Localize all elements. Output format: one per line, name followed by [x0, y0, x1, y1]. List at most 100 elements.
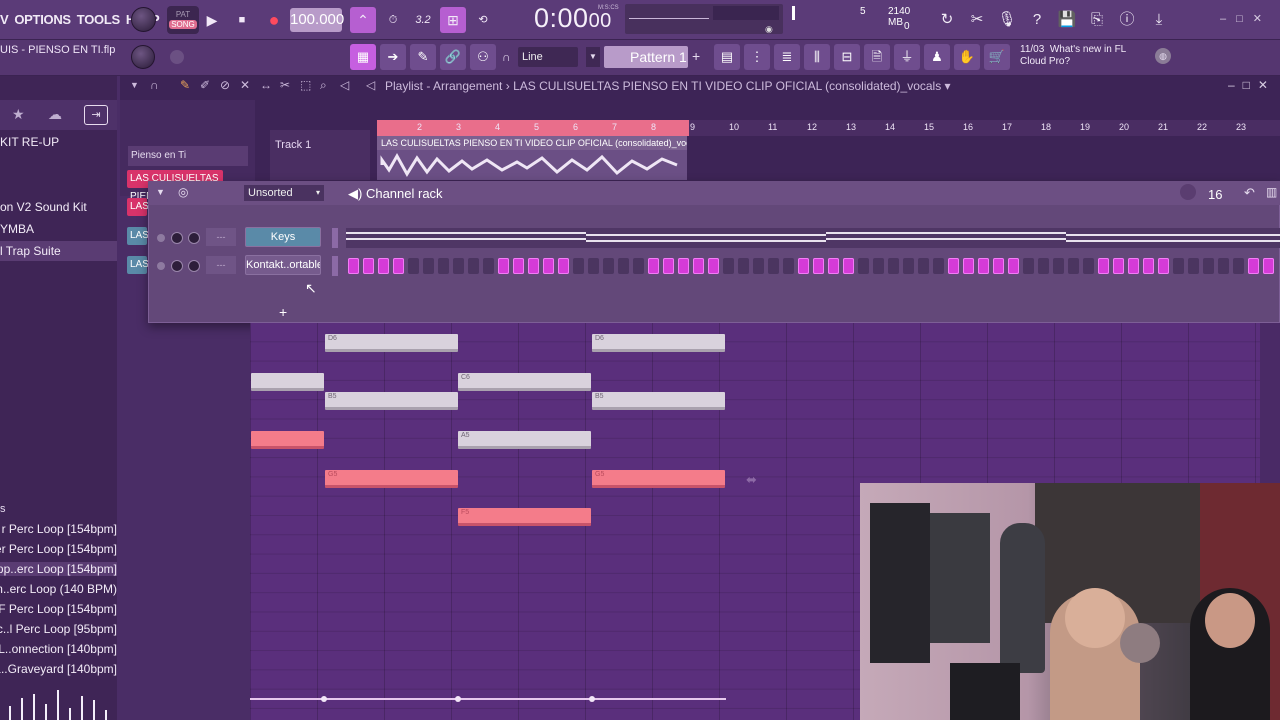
note[interactable] [251, 373, 324, 391]
step-button[interactable] [1203, 258, 1214, 274]
step-count[interactable]: 16 [1208, 187, 1222, 202]
step-button[interactable] [543, 258, 554, 274]
paint-tool-icon[interactable]: ✐ [200, 78, 210, 92]
stop-button[interactable]: ■ [229, 7, 255, 33]
velocity-handle[interactable] [589, 696, 595, 702]
step-button[interactable] [468, 258, 479, 274]
timeline-ruler[interactable]: 2 3 4 5 6 7 8 9 10 11 12 13 14 15 16 17 18 19 20 21 22 23 [377, 120, 1280, 136]
step-button[interactable] [1158, 258, 1169, 274]
step-button[interactable] [918, 258, 929, 274]
channel-mixer-track[interactable]: --- [206, 228, 236, 246]
step-button[interactable] [903, 258, 914, 274]
piano-roll-preview[interactable] [346, 228, 1280, 248]
resize-handle-icon[interactable]: ⬌ [746, 472, 757, 488]
step-button[interactable] [1233, 258, 1244, 274]
channel-name-button[interactable]: Kontakt..ortable [245, 255, 321, 275]
step-button[interactable] [603, 258, 614, 274]
step-button[interactable] [663, 258, 674, 274]
step-button[interactable] [363, 258, 374, 274]
browser-item[interactable]: on V2 Sound Kit [0, 197, 117, 217]
delete-tool-icon[interactable]: ⊘ [220, 78, 230, 92]
step-button[interactable] [408, 258, 419, 274]
step-button[interactable] [348, 258, 359, 274]
download-icon[interactable]: ⤓ [1146, 7, 1172, 33]
step-button[interactable] [1098, 258, 1109, 274]
step-button[interactable] [1143, 258, 1154, 274]
menu-item-tools[interactable]: TOOLS [77, 12, 120, 27]
velocity-handle[interactable] [321, 696, 327, 702]
add-channel-button[interactable]: + [279, 304, 287, 320]
arrow-tool-icon[interactable]: ➔ [380, 44, 406, 70]
step-button[interactable] [948, 258, 959, 274]
tempo-display[interactable]: 100.000 [290, 8, 344, 32]
note[interactable]: B5 [592, 392, 725, 410]
mixer-icon[interactable]: ⫼ [804, 44, 830, 70]
step-button[interactable] [1083, 258, 1094, 274]
zoom-tool-icon[interactable]: ⌕ [320, 78, 327, 93]
menu-arrow-icon[interactable]: ▼ [156, 187, 165, 197]
hand-icon[interactable]: ✋ [954, 44, 980, 70]
channel-filter-select[interactable]: Unsorted ▾ [244, 185, 324, 201]
pencil-tool-icon[interactable]: ✎ [180, 78, 190, 92]
step-button[interactable] [618, 258, 629, 274]
pencil-tool-icon[interactable]: ✎ [410, 44, 436, 70]
plugin-icon[interactable]: ⏚ [894, 44, 920, 70]
render-icon[interactable]: ⎘ [1084, 7, 1110, 33]
channel-pan-knob[interactable] [171, 232, 183, 244]
globe-icon[interactable]: ◍ [1155, 48, 1171, 64]
step-button[interactable] [528, 258, 539, 274]
audio-clip-header[interactable]: LAS CULISUELTAS PIENSO EN TI VIDEO CLIP … [377, 136, 687, 150]
person-icon[interactable]: ♟ [924, 44, 950, 70]
step-button[interactable] [1038, 258, 1049, 274]
step-button[interactable] [783, 258, 794, 274]
step-button[interactable] [438, 258, 449, 274]
swing-knob[interactable] [1180, 184, 1196, 200]
browser-item[interactable]: l Trap Suite [0, 241, 117, 261]
note[interactable] [251, 431, 324, 449]
note[interactable]: A5 [458, 431, 591, 449]
track-button[interactable]: LAS [127, 256, 149, 274]
link-icon[interactable]: 🔗 [440, 44, 466, 70]
loop-item[interactable]: Sc..l Perc Loop [95bpm] [0, 622, 117, 636]
countdown-icon[interactable]: 3.2 [410, 7, 436, 33]
step-button[interactable] [963, 258, 974, 274]
step-button[interactable] [858, 258, 869, 274]
step-button[interactable] [1248, 258, 1259, 274]
wait-for-input-icon[interactable]: ⏱ [380, 7, 406, 33]
undo-history-icon[interactable]: ↻ [934, 7, 960, 33]
track-header[interactable] [270, 130, 370, 180]
step-button[interactable] [678, 258, 689, 274]
step-button[interactable] [453, 258, 464, 274]
step-button[interactable] [513, 258, 524, 274]
menu-item-options[interactable]: OPTIONS [14, 12, 71, 27]
loop-item[interactable]: on..erc Loop (140 BPM) [0, 582, 117, 596]
loop-item[interactable]: F Perc Loop [154bpm] [0, 602, 117, 616]
step-button[interactable] [423, 258, 434, 274]
browser-item[interactable]: KIT RE-UP [0, 132, 117, 152]
magnet-icon[interactable]: ∩ [150, 78, 159, 92]
channel-volume-knob[interactable] [188, 260, 200, 272]
piano-roll-icon[interactable]: ≣ [774, 44, 800, 70]
graph-icon[interactable]: ▥ [1266, 185, 1277, 199]
channel-mixer-track[interactable]: --- [206, 256, 236, 274]
channel-led[interactable] [157, 262, 165, 270]
step-button[interactable] [558, 258, 569, 274]
record-button[interactable]: ● [261, 7, 287, 33]
menu-item-view[interactable]: V [0, 12, 9, 27]
step-button[interactable] [708, 258, 719, 274]
step-button[interactable] [978, 258, 989, 274]
mute-tool-icon[interactable]: ✕ [240, 78, 250, 92]
swing-knob-icon[interactable]: ◎ [178, 185, 188, 199]
note[interactable]: D6 [592, 334, 725, 352]
step-button[interactable] [1068, 258, 1079, 274]
step-button[interactable] [723, 258, 734, 274]
step-button[interactable] [1188, 258, 1199, 274]
info-icon[interactable]: ⓘ [1114, 7, 1140, 33]
step-edit-icon[interactable]: ⊞ [440, 7, 466, 33]
note[interactable]: B5 [325, 392, 458, 410]
piano-roll-view-icon[interactable]: ▦ [350, 44, 376, 70]
cloud-icon[interactable]: ☁ [48, 106, 62, 123]
cut-icon[interactable]: ✂ [964, 7, 990, 33]
track-name[interactable]: Track 1 [275, 139, 311, 151]
browser-item[interactable]: YMBA [0, 219, 117, 239]
